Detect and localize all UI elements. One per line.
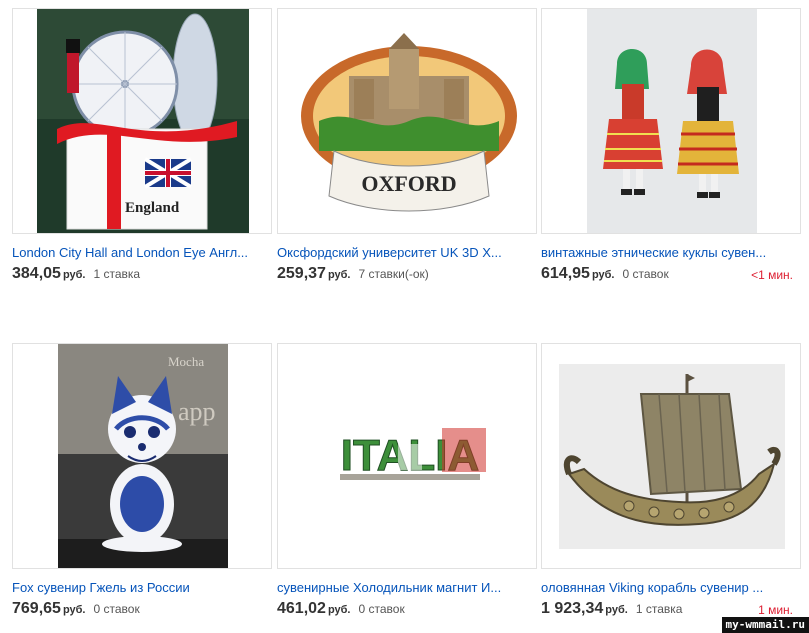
item-image-italia-magnet[interactable]: ITALIA xyxy=(277,343,537,569)
listing-grid: England London City Hall and London Eye … xyxy=(0,0,809,633)
image-caption: OXFORD xyxy=(361,171,456,196)
bid-count: 0 ставок xyxy=(622,267,669,281)
price-row: 384,05 руб. 1 ставка xyxy=(12,265,272,287)
price-row: 259,37 руб. 7 ставки(-ок) xyxy=(277,265,537,287)
item-image-gzhel-fox[interactable]: Mocha app xyxy=(12,343,272,569)
item-price: 461,02 xyxy=(277,600,326,617)
currency-label: руб. xyxy=(62,604,86,616)
currency-label: руб. xyxy=(591,269,615,281)
item-price: 259,37 xyxy=(277,265,326,282)
bid-count: 0 ставок xyxy=(358,602,405,616)
bid-count: 7 ставки(-ок) xyxy=(358,267,429,281)
listing-card[interactable]: винтажные этнические куклы сувен... 614,… xyxy=(541,8,801,287)
listing-card[interactable]: England London City Hall and London Eye … xyxy=(12,8,272,287)
time-left: 1 мин. xyxy=(758,603,793,617)
item-price: 614,95 xyxy=(541,265,590,282)
item-image-oxford-magnet[interactable]: OXFORD xyxy=(277,8,537,234)
item-image-ethnic-dolls[interactable] xyxy=(541,8,801,234)
bid-count: 0 ставок xyxy=(93,602,140,616)
time-left: <1 мин. xyxy=(751,268,793,282)
background-text: Mocha xyxy=(168,354,204,369)
item-price: 384,05 xyxy=(12,265,61,282)
item-price: 769,65 xyxy=(12,600,61,617)
image-caption: England xyxy=(125,200,180,216)
currency-label: руб. xyxy=(327,604,351,616)
bid-count: 1 ставка xyxy=(93,267,141,281)
bid-count: 1 ставка xyxy=(635,602,683,616)
price-row: 614,95 руб. 0 ставок <1 мин. xyxy=(541,265,801,287)
svg-text:app: app xyxy=(178,397,216,426)
listing-card[interactable]: Mocha app Fox сувенир Гжель из России 76… xyxy=(12,343,272,622)
currency-label: руб. xyxy=(327,269,351,281)
listing-card[interactable]: ITALIA сувенирные Холодильник магнит И..… xyxy=(277,343,537,622)
item-title-link[interactable]: винтажные этнические куклы сувен... xyxy=(541,244,789,261)
item-price: 1 923,34 xyxy=(541,600,604,617)
watermark: my-wmmail.ru xyxy=(721,617,809,633)
item-image-england-souvenir[interactable]: England xyxy=(12,8,272,234)
currency-label: руб. xyxy=(605,604,628,616)
item-title-link[interactable]: оловянная Viking корабль сувенир ... xyxy=(541,579,789,596)
currency-label: руб. xyxy=(62,269,86,281)
price-row: 769,65 руб. 0 ставок xyxy=(12,600,272,622)
item-title-link[interactable]: сувенирные Холодильник магнит И... xyxy=(277,579,525,596)
item-title-link[interactable]: Оксфордский университет UK 3D X... xyxy=(277,244,525,261)
listing-card[interactable]: OXFORD Оксфордский университет UK 3D X..… xyxy=(277,8,537,287)
item-title-link[interactable]: London City Hall and London Eye Англ... xyxy=(12,244,260,261)
price-row: 461,02 руб. 0 ставок xyxy=(277,600,537,622)
item-image-viking-ship[interactable] xyxy=(541,343,801,569)
item-title-link[interactable]: Fox сувенир Гжель из России xyxy=(12,579,260,596)
listing-card[interactable]: оловянная Viking корабль сувенир ... 1 9… xyxy=(541,343,801,622)
